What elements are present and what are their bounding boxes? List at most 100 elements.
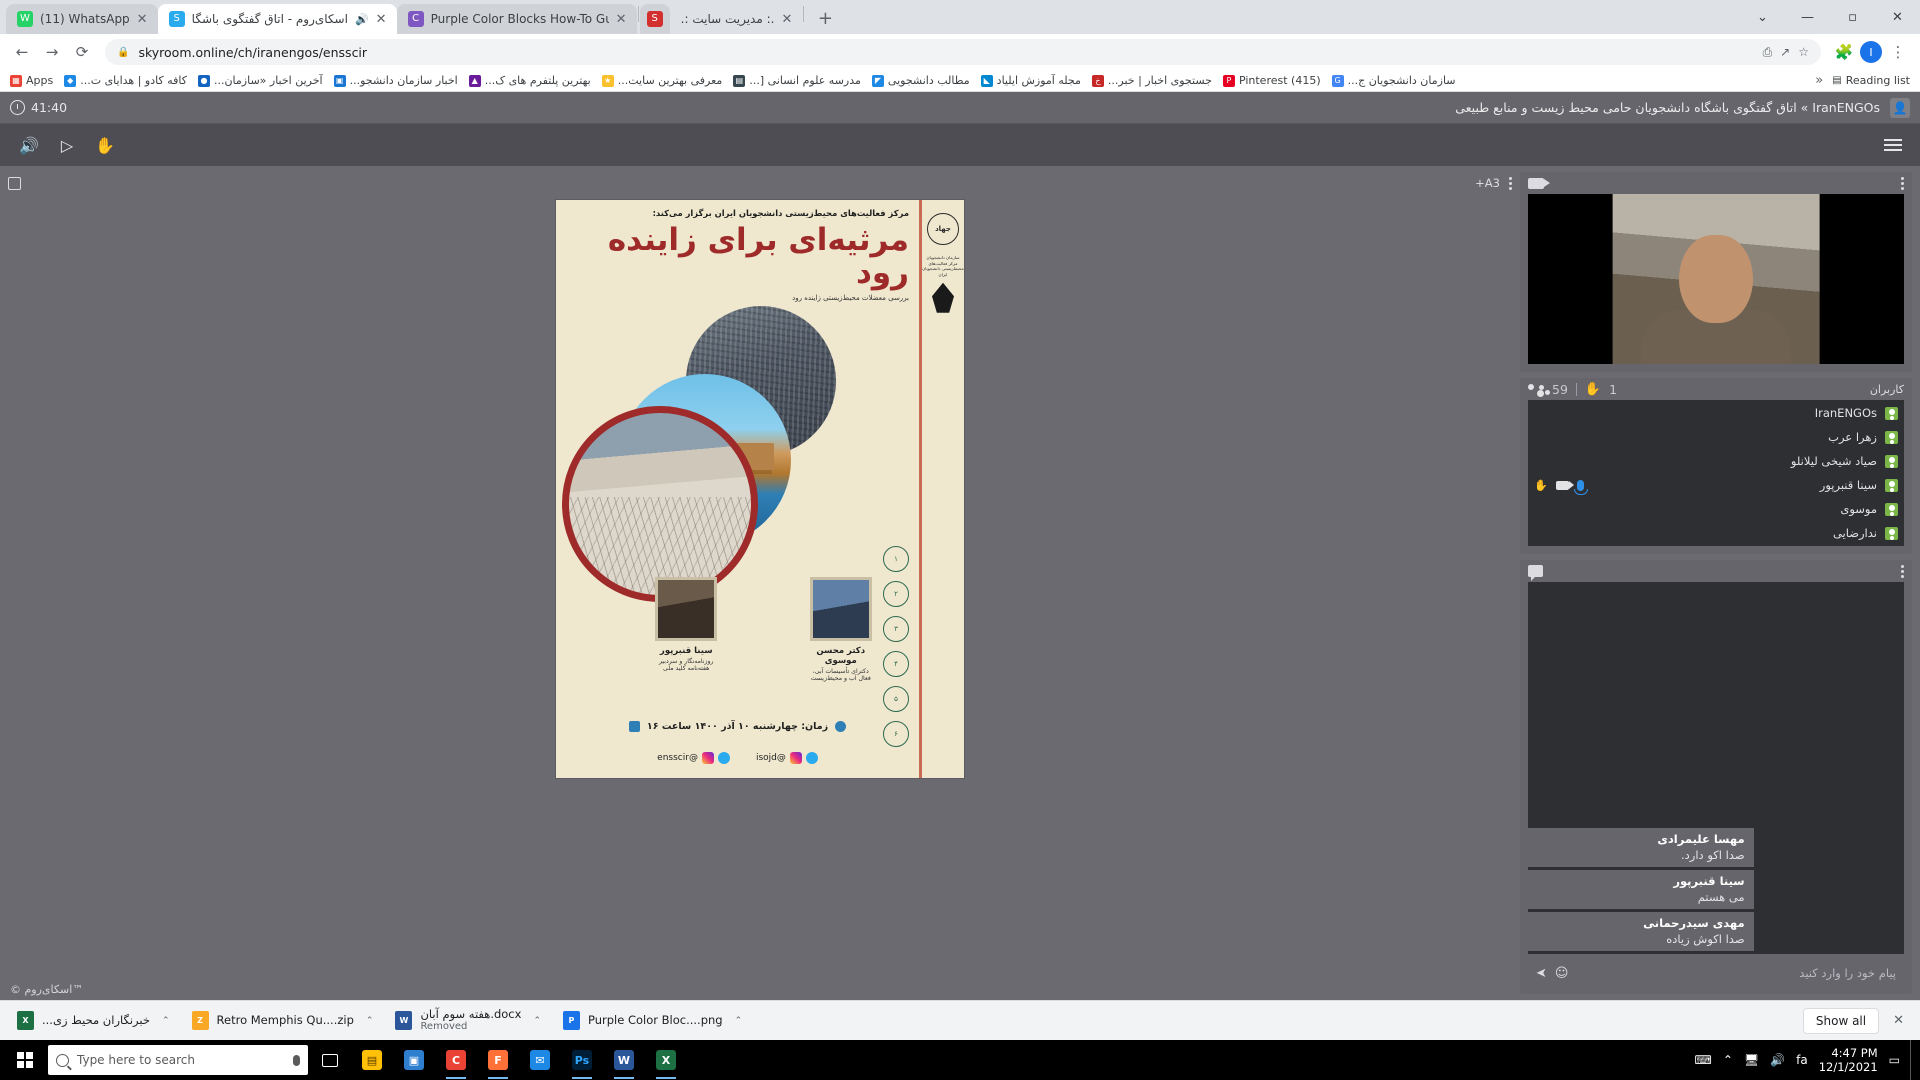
- file-explorer-icon[interactable]: ▤: [352, 1040, 392, 1080]
- presentation-slide[interactable]: جهاد سازمان دانشجویان مرکز فعالیت‌های مح…: [556, 200, 964, 778]
- show-hidden-icons[interactable]: ⌃: [1723, 1053, 1733, 1067]
- address-bar[interactable]: 🔒 skyroom.online/ch/iranengos/ensscir ⎙ …: [105, 39, 1821, 65]
- word-icon[interactable]: W: [604, 1040, 644, 1080]
- chat-bubble-icon[interactable]: [1528, 565, 1543, 581]
- camera-icon[interactable]: [1555, 480, 1574, 490]
- chat-input-row[interactable]: پیام خود را وارد کنید ☺ ➤: [1528, 960, 1904, 986]
- camera-icon[interactable]: [1528, 177, 1550, 189]
- chat-input[interactable]: پیام خود را وارد کنید: [1576, 966, 1896, 980]
- chevron-up-icon[interactable]: ⌃: [735, 1016, 743, 1026]
- bookmark-item[interactable]: ◆ کافه کادو | هدایای ت...: [60, 73, 191, 88]
- bookmark-item[interactable]: ◤ مطالب دانشجویی: [868, 73, 974, 88]
- raised-hand-icon[interactable]: ✋: [1534, 479, 1548, 492]
- browser-tab-active[interactable]: S اسکای‌روم - اتاق گفتگوی باشگا 🔊 ✕: [157, 4, 397, 34]
- media-play-icon[interactable]: ▷: [50, 130, 84, 160]
- close-icon[interactable]: ✕: [376, 13, 388, 26]
- user-account-icon[interactable]: 👤: [1890, 97, 1910, 118]
- show-desktop-button[interactable]: [1910, 1040, 1916, 1080]
- send-icon[interactable]: ➤: [1536, 966, 1547, 981]
- translate-icon[interactable]: ⎙: [1763, 45, 1773, 60]
- download-item[interactable]: W هفته سوم آبان.docx Removed ⌃: [388, 1004, 548, 1037]
- chrome-icon[interactable]: C: [436, 1040, 476, 1080]
- chrome-menu-icon[interactable]: ⋮: [1884, 38, 1912, 66]
- bookmark-apps[interactable]: ▦ Apps: [6, 73, 57, 88]
- back-icon[interactable]: ←: [8, 38, 36, 66]
- minimize-button[interactable]: —: [1785, 0, 1830, 34]
- firefox-icon[interactable]: F: [478, 1040, 518, 1080]
- bookmark-item[interactable]: G سازمان دانشجویان ج...: [1328, 73, 1460, 88]
- more-options-icon[interactable]: [1901, 564, 1904, 578]
- bookmark-item[interactable]: خ جستجوی اخبار | خبر...: [1088, 73, 1216, 88]
- participants-list[interactable]: IranENGOs زهرا عرب صیاد شیخی لیلانلو سین…: [1528, 400, 1904, 546]
- photoshop-icon[interactable]: Ps: [562, 1040, 602, 1080]
- list-item[interactable]: موسوی: [1528, 497, 1904, 521]
- raise-hand-icon[interactable]: ✋: [88, 130, 122, 160]
- excel-icon[interactable]: X: [646, 1040, 686, 1080]
- list-item[interactable]: IranENGOs: [1528, 401, 1904, 425]
- slide-panel-icon[interactable]: [8, 176, 21, 190]
- chevron-up-icon[interactable]: ⌃: [366, 1016, 374, 1026]
- reload-icon[interactable]: ⟳: [68, 38, 96, 66]
- mail-icon[interactable]: ✉: [520, 1040, 560, 1080]
- task-view-icon[interactable]: [310, 1040, 350, 1080]
- close-shelf-icon[interactable]: ✕: [1887, 1013, 1910, 1028]
- microphone-icon[interactable]: [1574, 479, 1589, 495]
- chevron-up-icon[interactable]: ⌃: [533, 1016, 541, 1026]
- bookmark-item[interactable]: ★ معرفی بهترین سایت...: [598, 73, 727, 88]
- tab-audio-icon[interactable]: 🔊: [355, 13, 369, 26]
- hamburger-menu-icon[interactable]: [1878, 130, 1908, 160]
- bookmarks-overflow-icon[interactable]: »: [1809, 73, 1829, 88]
- gift-icon: ◆: [64, 74, 77, 87]
- slide-area[interactable]: جهاد سازمان دانشجویان مرکز فعالیت‌های مح…: [8, 194, 1512, 978]
- restore-dropdown-icon[interactable]: ⌄: [1740, 0, 1785, 34]
- reading-list-button[interactable]: ▤ Reading list: [1832, 74, 1914, 87]
- taskbar-clock[interactable]: 4:47 PM 12/1/2021: [1819, 1046, 1878, 1075]
- more-options-icon[interactable]: [1509, 176, 1512, 190]
- browser-tab[interactable]: S: [639, 4, 670, 34]
- bookmark-item[interactable]: ● آخرین اخبار «سازمان...: [194, 73, 327, 88]
- show-all-downloads-button[interactable]: Show all: [1802, 1007, 1880, 1034]
- language-indicator[interactable]: fa: [1796, 1053, 1808, 1067]
- browser-tab[interactable]: W (11) WhatsApp ✕: [6, 4, 158, 34]
- new-tab-button[interactable]: +: [811, 4, 839, 32]
- display-icon[interactable]: 🖥: [1744, 1053, 1759, 1067]
- taskbar-search[interactable]: Type here to search: [48, 1045, 308, 1075]
- user-avatar-icon: [1885, 478, 1898, 492]
- browser-tab[interactable]: C Purple Color Blocks How-To Guid ✕: [396, 4, 637, 34]
- keyboard-layout-icon[interactable]: ⌨: [1695, 1053, 1712, 1067]
- list-item[interactable]: صیاد شیخی لیلانلو: [1528, 449, 1904, 473]
- bookmark-item[interactable]: ◣ مجله آموزش ایلیاد: [977, 73, 1085, 88]
- chevron-up-icon[interactable]: ⌃: [162, 1016, 170, 1026]
- close-icon[interactable]: ✕: [781, 13, 793, 26]
- maximize-button[interactable]: ▫: [1830, 0, 1875, 34]
- forward-icon[interactable]: →: [38, 38, 66, 66]
- download-item[interactable]: X ...خبرنگاران محیط زی ⌃: [10, 1008, 177, 1033]
- microphone-icon[interactable]: [293, 1054, 300, 1066]
- list-item[interactable]: سینا قنبرپور ✋: [1528, 473, 1904, 497]
- more-options-icon[interactable]: [1901, 176, 1904, 190]
- store-icon[interactable]: ▣: [394, 1040, 434, 1080]
- list-item[interactable]: ندارضایی: [1528, 521, 1904, 545]
- close-window-button[interactable]: ✕: [1875, 0, 1920, 34]
- extensions-icon[interactable]: 🧩: [1830, 38, 1858, 66]
- close-icon[interactable]: ✕: [616, 13, 628, 26]
- bookmark-pinterest[interactable]: P Pinterest (415): [1219, 73, 1325, 88]
- volume-icon[interactable]: 🔊: [1770, 1053, 1785, 1067]
- list-item[interactable]: زهرا عرب: [1528, 425, 1904, 449]
- action-center-icon[interactable]: ▭: [1889, 1053, 1900, 1067]
- emoji-icon[interactable]: ☺: [1555, 966, 1569, 981]
- close-icon[interactable]: ✕: [137, 13, 149, 26]
- start-button[interactable]: [4, 1040, 46, 1080]
- bookmark-item[interactable]: ▣ اخبار سازمان دانشجو...: [330, 73, 462, 88]
- bookmark-item[interactable]: ▲ بهترین پلتفرم های ک...: [465, 73, 595, 88]
- bookmark-star-icon[interactable]: ☆: [1798, 45, 1809, 59]
- download-item[interactable]: P Purple Color Bloc....png ⌃: [556, 1008, 749, 1033]
- browser-tab[interactable]: .: مدیریت سایت :. ✕: [669, 4, 803, 34]
- share-icon[interactable]: ↗: [1780, 45, 1790, 59]
- webcam-video[interactable]: [1528, 194, 1904, 364]
- speaker-on-icon[interactable]: 🔊: [12, 130, 46, 160]
- bookmark-item[interactable]: ▤ مدرسه علوم انسانی [...: [729, 73, 865, 88]
- chat-messages[interactable]: مهسا علیمرادی صدا اکو دارد. سینا قنبرپور…: [1528, 582, 1904, 954]
- profile-avatar[interactable]: I: [1860, 41, 1882, 63]
- download-item[interactable]: Z Retro Memphis Qu....zip ⌃: [185, 1008, 381, 1033]
